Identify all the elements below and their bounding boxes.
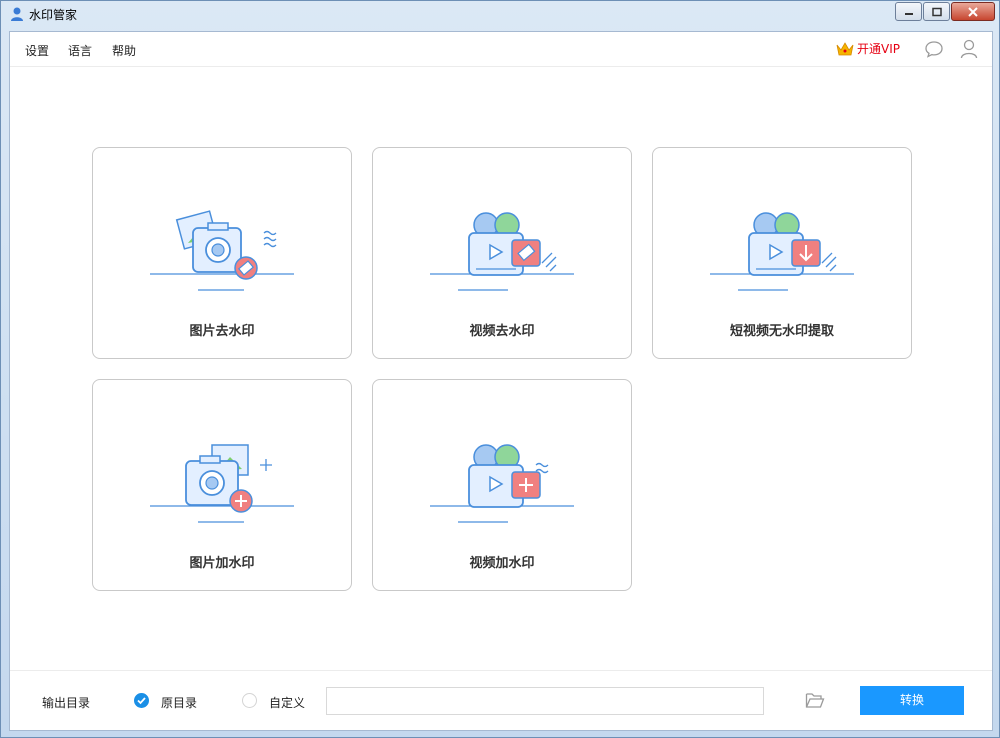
card-video-remove-watermark[interactable]: 视频去水印	[372, 147, 632, 359]
checkmark-icon	[137, 697, 146, 705]
close-icon	[968, 6, 978, 17]
title-bar[interactable]: 水印管家	[1, 1, 999, 27]
convert-button[interactable]: 转换	[860, 686, 964, 715]
radio-original-dir[interactable]	[134, 693, 149, 708]
radio-custom-dir[interactable]	[242, 693, 257, 708]
vip-label: 开通VIP	[857, 42, 900, 56]
maximize-icon	[931, 7, 942, 16]
user-icon[interactable]	[960, 39, 978, 59]
card-label: 图片去水印	[189, 324, 255, 339]
card-video-add-watermark[interactable]: 视频加水印	[372, 379, 632, 591]
menu-help[interactable]: 帮助	[112, 42, 136, 59]
menu-bar: 设置 语言 帮助 开通VIP	[10, 32, 992, 67]
card-short-video-extract[interactable]: 短视频无水印提取	[652, 147, 912, 359]
card-label: 视频加水印	[469, 556, 535, 571]
output-bar: 输出目录 原目录 自定义 转换	[10, 670, 992, 730]
minimize-button[interactable]	[895, 2, 922, 21]
message-icon[interactable]	[924, 40, 944, 58]
client-area: 设置 语言 帮助 开通VIP 图片去水印 视频去水印 短视频无水印提取 图片加水…	[9, 31, 993, 731]
card-label: 图片加水印	[189, 556, 255, 571]
card-label: 短视频无水印提取	[729, 324, 834, 339]
card-image-add-watermark[interactable]: 图片加水印	[92, 379, 352, 591]
output-path-input[interactable]	[326, 687, 764, 715]
menu-language[interactable]: 语言	[68, 42, 92, 59]
video-eraser-icon	[430, 212, 574, 291]
folder-open-icon[interactable]	[805, 691, 825, 709]
card-image-remove-watermark[interactable]: 图片去水印	[92, 147, 352, 359]
crown-icon	[836, 41, 854, 55]
camera-add-icon	[150, 444, 294, 523]
video-download-icon	[710, 212, 854, 291]
menu-settings[interactable]: 设置	[25, 42, 49, 59]
minimize-icon	[904, 12, 913, 15]
option-original-label: 原目录	[161, 696, 198, 710]
vip-button[interactable]: 开通VIP	[836, 40, 900, 57]
video-add-icon	[430, 444, 574, 523]
maximize-button[interactable]	[923, 2, 950, 21]
window-title: 水印管家	[29, 8, 78, 22]
output-dir-label: 输出目录	[42, 696, 91, 710]
card-label: 视频去水印	[469, 324, 535, 339]
app-window: 水印管家 设置 语言 帮助 开通VIP 图片去水印 视频去水印 短视频无水印提取…	[0, 0, 1000, 738]
close-button[interactable]	[951, 2, 995, 21]
option-custom-label: 自定义	[269, 696, 306, 710]
camera-eraser-icon	[150, 210, 294, 291]
app-logo-icon	[11, 7, 23, 21]
